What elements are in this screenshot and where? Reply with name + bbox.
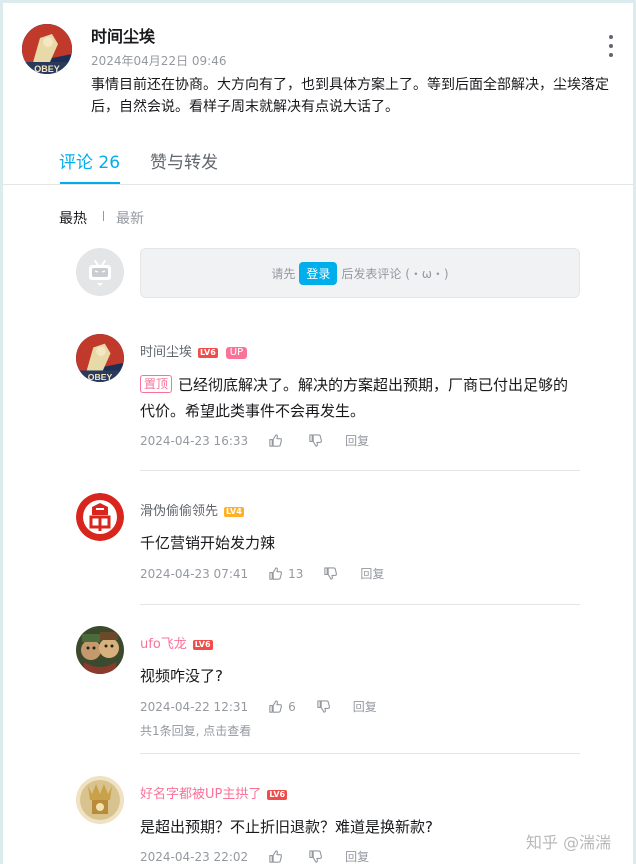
sort-new[interactable]: 最新 (116, 208, 144, 228)
comment-text: 视频咋没了? (140, 667, 223, 685)
reply-button[interactable]: 回复 (360, 565, 384, 582)
comment-author-name: ufo飞龙 (140, 637, 187, 652)
comment-avatar[interactable] (76, 776, 124, 824)
pinned-tag: 置顶 (140, 375, 173, 393)
comment-text: 是超出预期？不止折旧退款？难道是换新款? (140, 818, 433, 836)
thumb-down-icon (317, 700, 330, 713)
comment-author-name: 好名字都被UP主拱了 (140, 787, 262, 802)
like-button[interactable] (268, 433, 288, 448)
tabs-divider (3, 184, 636, 185)
more-vertical-icon[interactable] (607, 35, 615, 57)
reply-button[interactable]: 回复 (345, 432, 369, 449)
comment-author-name: 时间尘埃 (140, 345, 193, 360)
dislike-button[interactable] (316, 699, 331, 714)
comment-meta: 2024-04-23 16:33 回复 (140, 432, 369, 449)
comment-input[interactable]: 请先 登录 后发表评论 (・ω・) (140, 248, 580, 298)
comment-prompt-prefix: 请先 (271, 266, 296, 281)
tv-icon (89, 260, 111, 286)
watermark: 知乎 @湍湍 (526, 833, 612, 852)
level-badge: LV6 (192, 640, 213, 650)
comment-time: 2024-04-23 22:02 (140, 849, 249, 864)
thumb-down-icon (309, 850, 323, 863)
comment-divider (140, 470, 580, 471)
comment-author[interactable]: 好名字都被UP主拱了 LV6 (140, 783, 288, 802)
like-count: 6 (288, 699, 296, 714)
dislike-button[interactable] (308, 433, 323, 448)
like-count: 13 (288, 566, 304, 581)
comment-body: 已经彻底解决了。解决的方案超出预期，厂商已付出足够的代价。希望此类事件不会再发生… (140, 376, 569, 420)
svg-text:OBEY: OBEY (34, 64, 60, 74)
comment-avatar[interactable]: OBEY (76, 334, 124, 382)
comment-avatar[interactable] (76, 626, 124, 674)
comment-meta: 2024-04-22 12:31 6 回复 (140, 698, 377, 715)
post-panel: OBEY 时间尘埃 2024年04月22日 09:46 事情目前还在协商。大方向… (0, 0, 636, 864)
comment-divider (140, 604, 580, 605)
guest-avatar (76, 248, 124, 296)
thumb-up-icon (269, 434, 283, 447)
like-button[interactable] (268, 849, 288, 864)
thumb-up-icon (269, 567, 283, 580)
comment-text: 千亿营销开始发力辣 (140, 534, 276, 552)
thumb-up-icon (269, 850, 283, 863)
comment-text: 置顶 已经彻底解决了。解决的方案超出预期，厂商已付出足够的代价。希望此类事件不会再… (140, 372, 580, 424)
like-button[interactable]: 6 (268, 699, 296, 714)
comment-time: 2024-04-23 16:33 (140, 433, 249, 448)
comment-divider (140, 753, 580, 754)
thumb-down-icon (324, 567, 338, 580)
comment-author[interactable]: 滑伪偷偷领先 LV4 (140, 500, 244, 519)
post-time: 2024年04月22日 09:46 (91, 54, 227, 68)
comment-author[interactable]: 时间尘埃 LV6 UP (140, 341, 248, 360)
level-badge: LV4 (224, 507, 244, 517)
reply-button[interactable]: 回复 (353, 698, 377, 715)
up-badge: UP (225, 347, 248, 359)
tab-likes-reposts[interactable]: 赞与转发 (150, 148, 218, 173)
comment-avatar[interactable] (76, 493, 124, 541)
comment-time: 2024-04-23 07:41 (140, 566, 249, 581)
thumb-up-icon (269, 700, 283, 713)
comment-author-name: 滑伪偷偷领先 (140, 504, 219, 519)
view-replies-link[interactable]: 共1条回复, 点击查看 (140, 722, 251, 739)
comment-prompt-suffix: 后发表评论 (・ω・) (341, 266, 449, 281)
comment-time: 2024-04-22 12:31 (140, 699, 249, 714)
like-button[interactable]: 13 (268, 566, 303, 581)
thumb-down-icon (309, 434, 323, 447)
sort-separator (103, 211, 104, 221)
post-content: 事情目前还在协商。大方向有了，也到具体方案上了。等到后面全部解决，尘埃落定后，自… (91, 77, 609, 115)
reply-button[interactable]: 回复 (345, 848, 369, 864)
post-author-name[interactable]: 时间尘埃 (91, 23, 155, 47)
dislike-button[interactable] (308, 849, 323, 864)
post-author-avatar[interactable]: OBEY (22, 24, 72, 74)
dislike-button[interactable] (323, 566, 338, 581)
svg-text:OBEY: OBEY (88, 372, 113, 382)
sort-hot[interactable]: 最热 (59, 208, 87, 228)
comment-meta: 2024-04-23 07:41 13 回复 (140, 565, 384, 582)
comment-author[interactable]: ufo飞龙 LV6 (140, 633, 213, 652)
comment-meta: 2024-04-23 22:02 回复 (140, 848, 369, 864)
tab-comments[interactable]: 评论 26 (59, 148, 120, 173)
login-button[interactable]: 登录 (299, 261, 338, 285)
level-badge: LV6 (267, 790, 288, 800)
level-badge: LV6 (198, 348, 218, 358)
